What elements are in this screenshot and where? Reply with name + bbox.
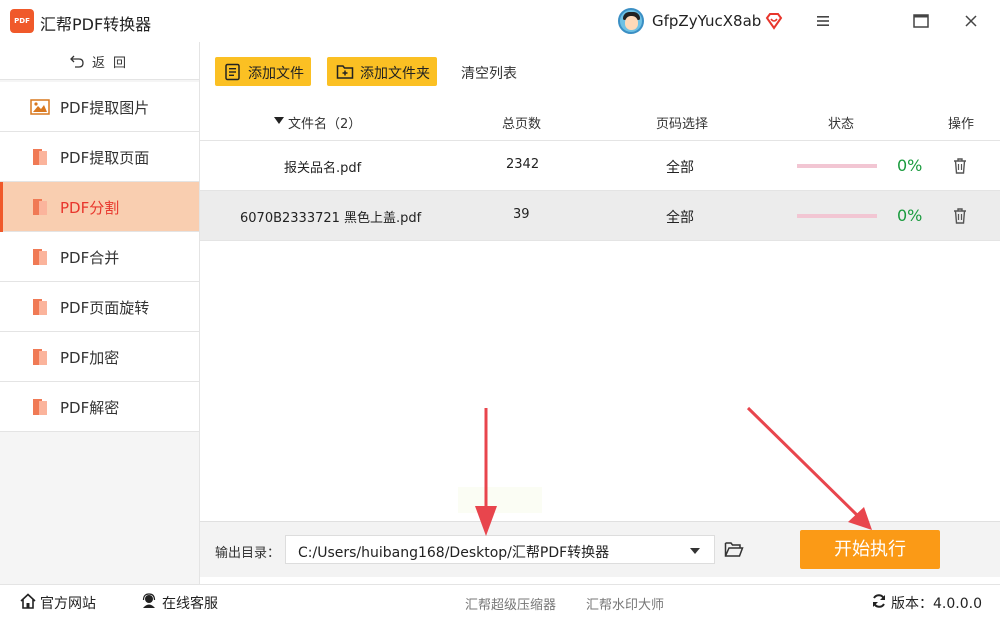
- hamburger-menu-icon[interactable]: [812, 10, 834, 32]
- trash-icon[interactable]: [952, 207, 968, 225]
- filename-cell: 报关品名.pdf: [284, 161, 362, 176]
- add-folder-label: 添加文件夹: [360, 66, 430, 82]
- sidebar-item-extract-images[interactable]: PDF提取图片: [0, 82, 199, 132]
- filename-cell: 6070B2333721 黑色上盖.pdf: [240, 211, 422, 226]
- folder-plus-icon: [336, 65, 354, 79]
- avatar[interactable]: [618, 8, 644, 34]
- home-icon: [20, 593, 36, 609]
- compressor-link[interactable]: 汇帮超级压缩器: [465, 594, 556, 613]
- pdf-file-icon: [33, 399, 47, 415]
- column-total-pages: 总页数: [502, 117, 542, 132]
- sidebar-item-label: PDF提取页面: [60, 149, 150, 167]
- sidebar-item-label: PDF解密: [60, 399, 120, 417]
- title-bar: PDF 汇帮PDF转换器 GfpZyYucX8ab: [0, 0, 1000, 42]
- username[interactable]: GfpZyYucX8ab: [652, 12, 761, 30]
- footer: 官方网站 在线客服 汇帮超级压缩器 汇帮水印大师 版本：4.0.0.0: [0, 584, 1000, 617]
- output-dir-label: 输出目录：: [215, 546, 281, 561]
- progress-bar: [797, 164, 877, 168]
- output-dir-select[interactable]: C:/Users/huibang168/Desktop/汇帮PDF转换器: [285, 535, 715, 564]
- file-table-header: 文件名（2） 总页数 页码选择 状态 操作: [200, 100, 1000, 141]
- output-dir-value: C:/Users/huibang168/Desktop/汇帮PDF转换器: [298, 545, 610, 561]
- back-label: 返回: [92, 56, 135, 71]
- sidebar-item-decrypt[interactable]: PDF解密: [0, 382, 199, 432]
- add-file-button[interactable]: 添加文件: [215, 57, 311, 86]
- column-filename[interactable]: 文件名（2）: [288, 113, 361, 132]
- sidebar-item-merge[interactable]: PDF合并: [0, 232, 199, 282]
- table-row[interactable]: 报关品名.pdf 2342 全部 0%: [200, 141, 1000, 191]
- chevron-down-icon[interactable]: [690, 548, 700, 554]
- close-icon[interactable]: [960, 10, 982, 32]
- clear-list-button[interactable]: 清空列表: [461, 63, 517, 83]
- watermark-link[interactable]: 汇帮水印大师: [586, 594, 664, 613]
- app-logo: PDF: [10, 9, 34, 33]
- pdf-file-icon: [33, 149, 47, 165]
- sidebar-item-split[interactable]: PDF分割: [0, 182, 199, 232]
- table-row[interactable]: 6070B2333721 黑色上盖.pdf 39 全部 0%: [200, 191, 1000, 241]
- refresh-icon[interactable]: [871, 593, 887, 609]
- start-button[interactable]: 开始执行: [800, 530, 940, 569]
- progress-bar: [797, 214, 877, 218]
- version-label: 版本：4.0.0.0: [891, 596, 982, 612]
- maximize-icon[interactable]: [910, 10, 932, 32]
- sidebar-item-label: PDF加密: [60, 349, 120, 367]
- online-support-link[interactable]: 在线客服: [162, 593, 218, 613]
- add-file-label: 添加文件: [248, 66, 304, 82]
- pages-cell: 39: [513, 207, 530, 222]
- sidebar-item-label: PDF合并: [60, 249, 120, 267]
- image-icon: [30, 99, 50, 115]
- official-website-link[interactable]: 官方网站: [40, 593, 96, 613]
- app-title: 汇帮PDF转换器: [40, 15, 152, 34]
- column-status: 状态: [828, 117, 855, 132]
- page-select-cell[interactable]: 全部: [666, 157, 694, 177]
- pdf-file-icon: [33, 249, 47, 265]
- sidebar-item-rotate[interactable]: PDF页面旋转: [0, 282, 199, 332]
- sidebar-item-label: PDF提取图片: [60, 99, 150, 117]
- sidebar: 返回 PDF提取图片 PDF提取页面 PDF分割 PDF合并 PDF页面旋转 P…: [0, 42, 200, 584]
- column-page-select: 页码选择: [656, 117, 709, 132]
- pages-cell: 2342: [506, 157, 540, 172]
- trash-icon[interactable]: [952, 157, 968, 175]
- add-folder-button[interactable]: 添加文件夹: [327, 57, 437, 86]
- sidebar-item-extract-pages[interactable]: PDF提取页面: [0, 132, 199, 182]
- progress-percent: 0%: [897, 206, 923, 225]
- pdf-file-icon: [33, 299, 47, 315]
- file-list-icon: [225, 63, 240, 81]
- folder-open-icon[interactable]: [724, 540, 744, 558]
- page-select-cell[interactable]: 全部: [666, 207, 694, 227]
- pdf-file-icon: [33, 199, 47, 215]
- sidebar-item-label: PDF页面旋转: [60, 299, 150, 317]
- pdf-file-icon: [33, 349, 47, 365]
- column-actions: 操作: [948, 117, 975, 132]
- output-bar: 输出目录： C:/Users/huibang168/Desktop/汇帮PDF转…: [200, 521, 1000, 577]
- progress-percent: 0%: [897, 156, 923, 175]
- headset-icon: [142, 593, 156, 608]
- sidebar-item-label: PDF分割: [60, 199, 120, 217]
- back-button[interactable]: 返回: [0, 42, 199, 80]
- faint-overlay: [458, 487, 542, 513]
- diamond-heart-icon[interactable]: [764, 11, 784, 31]
- sidebar-item-encrypt[interactable]: PDF加密: [0, 332, 199, 382]
- sort-desc-icon[interactable]: [274, 117, 284, 124]
- undo-arrow-icon: [70, 55, 84, 68]
